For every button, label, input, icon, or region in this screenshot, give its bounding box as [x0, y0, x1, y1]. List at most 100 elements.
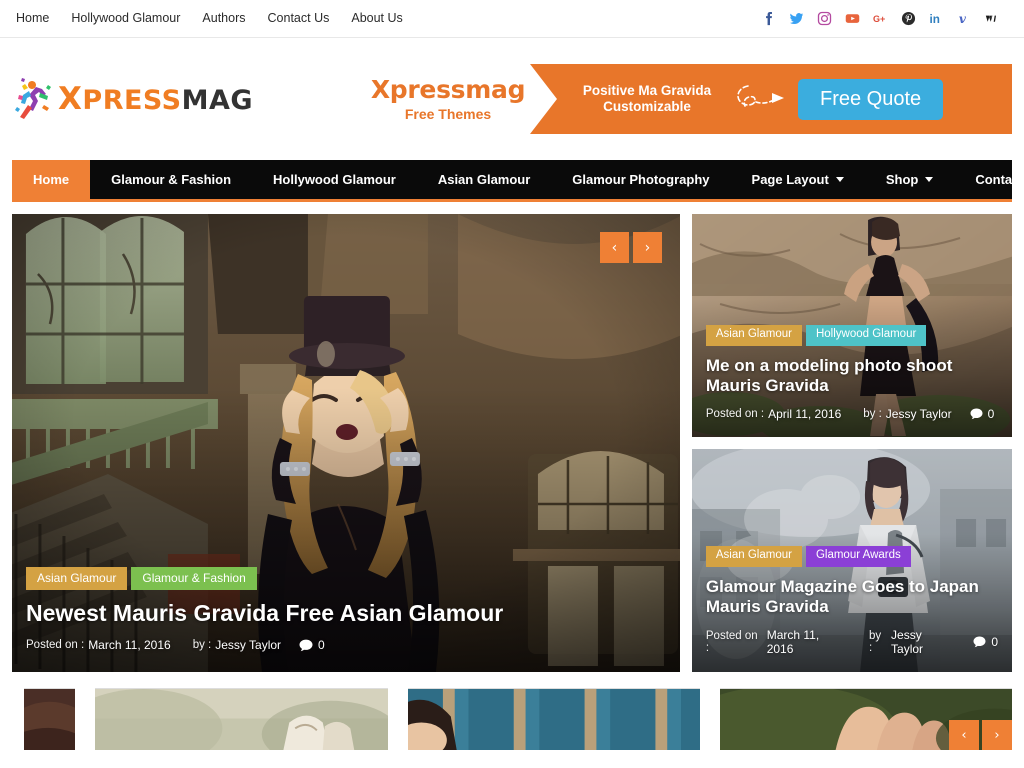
- facebook-icon[interactable]: [761, 11, 776, 26]
- side-card-1[interactable]: Asian Glamour Hollywood Glamour Me on a …: [692, 214, 1012, 437]
- side-card-1-badges: Asian Glamour Hollywood Glamour: [706, 325, 998, 346]
- carousel-thumb-1[interactable]: [95, 688, 387, 750]
- banner-message: Positive Ma Gravida Customizable: [572, 83, 722, 114]
- nav-label: Glamour & Fashion: [111, 172, 231, 187]
- hero-post-title[interactable]: Newest Mauris Gravida Free Asian Glamour: [26, 600, 666, 627]
- badge-asian-glamour[interactable]: Asian Glamour: [706, 325, 802, 346]
- slider-next-button[interactable]: ›: [633, 232, 662, 263]
- instagram-icon[interactable]: [817, 11, 832, 26]
- carousel-next-button[interactable]: ›: [982, 720, 1012, 750]
- badge-glamour-fashion[interactable]: Glamour & Fashion: [131, 567, 256, 590]
- nav-item-hollywood-glamour[interactable]: Hollywood Glamour: [252, 160, 417, 199]
- logo-text-press: PRESS: [82, 85, 181, 116]
- svg-text:in: in: [929, 13, 939, 26]
- side-card-2[interactable]: Asian Glamour Glamour Awards Glamour Mag…: [692, 449, 1012, 672]
- linkedin-icon[interactable]: in: [929, 11, 944, 26]
- post-author[interactable]: Jessy Taylor: [215, 638, 281, 652]
- post-date: March 11, 2016: [767, 628, 848, 656]
- nav-item-home[interactable]: Home: [12, 160, 90, 199]
- post-author[interactable]: Jessy Taylor: [891, 628, 955, 656]
- slider-navigation: ‹ ›: [600, 232, 662, 263]
- comment-icon: [973, 636, 986, 648]
- nav-label: Home: [33, 172, 69, 187]
- comment-count[interactable]: 0: [299, 638, 325, 652]
- comment-count-value: 0: [318, 638, 325, 652]
- site-header: XPRESSMAG Xpressmag Free Themes Positive…: [0, 38, 1024, 160]
- by-label: by :: [193, 639, 212, 651]
- hero-category-badges: Asian Glamour Glamour & Fashion: [26, 567, 666, 590]
- nav-item-glamour-photography[interactable]: Glamour Photography: [551, 160, 730, 199]
- nav-label: Asian Glamour: [438, 172, 530, 187]
- side-card-2-badges: Asian Glamour Glamour Awards: [706, 546, 998, 567]
- comment-icon: [970, 408, 983, 420]
- chevron-down-icon: [925, 177, 933, 182]
- banner-subtitle: Free Themes: [405, 106, 491, 122]
- nav-item-asian-glamour[interactable]: Asian Glamour: [417, 160, 551, 199]
- nav-label: Glamour Photography: [572, 172, 709, 187]
- free-quote-button[interactable]: Free Quote: [798, 79, 943, 120]
- side-card-2-title[interactable]: Glamour Magazine Goes to Japan Mauris Gr…: [706, 577, 998, 617]
- pinterest-icon[interactable]: [901, 11, 916, 26]
- top-menu-item-home[interactable]: Home: [12, 12, 60, 25]
- posted-on-label: Posted on :: [706, 630, 763, 654]
- nav-item-page-layout[interactable]: Page Layout: [731, 160, 865, 199]
- hero-caption: Asian Glamour Glamour & Fashion Newest M…: [12, 553, 680, 672]
- carousel-navigation: ‹ ›: [949, 720, 1012, 750]
- twitter-icon[interactable]: [789, 11, 804, 26]
- top-menu: Home Hollywood Glamour Authors Contact U…: [12, 12, 414, 25]
- carousel-thumb-2[interactable]: [408, 688, 700, 750]
- wordpress-icon[interactable]: [985, 11, 1000, 26]
- main-navigation: Home Glamour & Fashion Hollywood Glamour…: [12, 160, 1012, 202]
- featured-slider[interactable]: ‹ › Asian Glamour Glamour & Fashion Newe…: [12, 214, 680, 672]
- logo-text: XPRESSMAG: [58, 84, 253, 115]
- badge-asian-glamour[interactable]: Asian Glamour: [706, 546, 802, 567]
- comment-count[interactable]: 0: [973, 635, 998, 649]
- site-logo[interactable]: XPRESSMAG: [12, 75, 342, 123]
- slider-prev-button[interactable]: ‹: [600, 232, 629, 263]
- nav-item-glamour-fashion[interactable]: Glamour & Fashion: [90, 160, 252, 199]
- posted-on-label: Posted on :: [26, 639, 84, 651]
- bottom-carousel: ‹ ›: [0, 688, 1024, 750]
- banner-brand-block: Xpressmag Free Themes: [372, 64, 530, 134]
- nav-label: Hollywood Glamour: [273, 172, 396, 187]
- side-card-2-meta: Posted on : March 11, 2016 by : Jessy Ta…: [706, 628, 998, 656]
- banner-body: Positive Ma Gravida Customizable Free Qu…: [530, 64, 1012, 134]
- logo-text-mag: MAG: [182, 85, 253, 116]
- comment-count[interactable]: 0: [970, 407, 995, 421]
- badge-glamour-awards[interactable]: Glamour Awards: [806, 546, 911, 567]
- posted-on-label: Posted on :: [706, 408, 764, 420]
- carousel-thumb-partial[interactable]: [24, 688, 75, 750]
- top-menu-item-hollywood-glamour[interactable]: Hollywood Glamour: [60, 12, 191, 25]
- carousel-prev-button[interactable]: ‹: [949, 720, 979, 750]
- google-plus-icon[interactable]: G+: [873, 11, 888, 26]
- comment-count-value: 0: [991, 635, 998, 649]
- post-author[interactable]: Jessy Taylor: [886, 407, 952, 421]
- nav-label: Page Layout: [752, 172, 829, 187]
- post-date: April 11, 2016: [768, 407, 841, 421]
- side-card-1-title[interactable]: Me on a modeling photo shoot Mauris Grav…: [706, 356, 998, 396]
- by-label: by :: [869, 630, 887, 654]
- side-card-2-caption: Asian Glamour Glamour Awards Glamour Mag…: [692, 532, 1012, 672]
- logo-text-x: X: [58, 81, 82, 117]
- svg-text:G+: G+: [873, 14, 885, 24]
- nav-item-contact-us[interactable]: Contact Us: [954, 160, 1024, 199]
- badge-asian-glamour[interactable]: Asian Glamour: [26, 567, 127, 590]
- top-menu-item-contact-us[interactable]: Contact Us: [257, 12, 341, 25]
- header-banner-ad[interactable]: Xpressmag Free Themes Positive Ma Gravid…: [372, 64, 1012, 134]
- badge-hollywood-glamour[interactable]: Hollywood Glamour: [806, 325, 926, 346]
- top-menu-item-about-us[interactable]: About Us: [340, 12, 413, 25]
- youtube-icon[interactable]: [845, 11, 860, 26]
- runner-logo-icon: [12, 75, 56, 123]
- top-menu-item-authors[interactable]: Authors: [191, 12, 256, 25]
- nav-item-shop[interactable]: Shop: [865, 160, 955, 199]
- by-label: by :: [863, 408, 882, 420]
- nav-label: Shop: [886, 172, 919, 187]
- chevron-down-icon: [836, 177, 844, 182]
- featured-side-column: Asian Glamour Hollywood Glamour Me on a …: [692, 214, 1012, 672]
- vimeo-icon[interactable]: v: [957, 11, 972, 26]
- comment-icon: [299, 639, 313, 652]
- hero-post-meta: Posted on : March 11, 2016 by : Jessy Ta…: [26, 638, 666, 652]
- nav-label: Contact Us: [975, 172, 1024, 187]
- side-card-1-caption: Asian Glamour Hollywood Glamour Me on a …: [692, 311, 1012, 437]
- top-bar: Home Hollywood Glamour Authors Contact U…: [0, 0, 1024, 38]
